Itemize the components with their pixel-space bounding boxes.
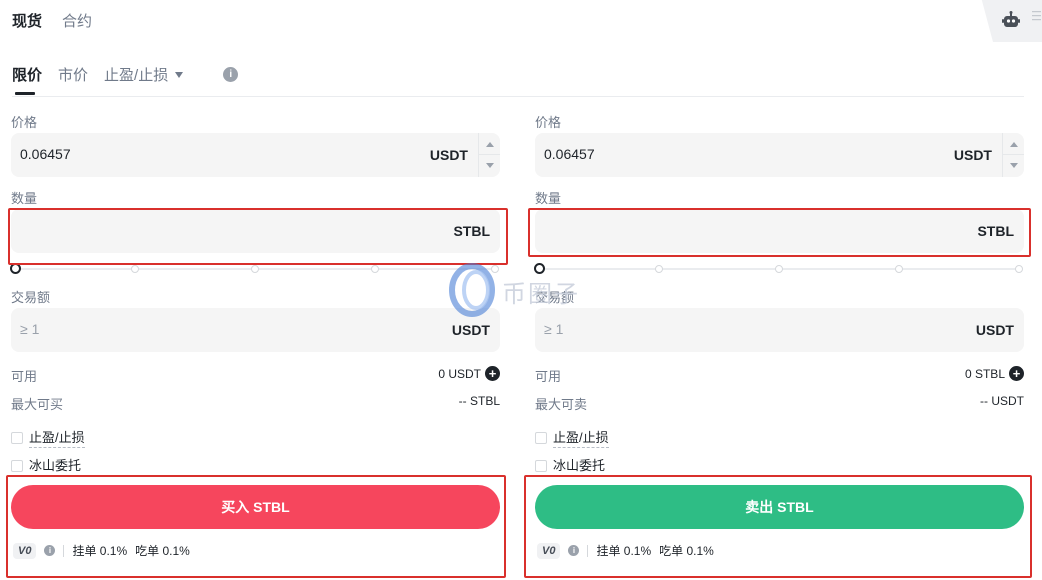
total-input[interactable]: ≥ 1 USDT xyxy=(535,308,1024,352)
price-label: 价格 xyxy=(11,115,38,130)
total-unit: USDT xyxy=(451,322,490,338)
vip-level-badge: V0 xyxy=(13,542,37,559)
tpsl-checkbox-row[interactable]: 止盈/止损 xyxy=(535,427,609,448)
max-buy-label: 最大可买 xyxy=(11,397,64,412)
available-label: 可用 xyxy=(11,369,38,384)
quantity-label: 数量 xyxy=(11,191,38,206)
iceberg-checkbox-label: 冰山委托 xyxy=(29,455,82,476)
price-unit: USDT xyxy=(953,147,992,163)
slider-handle[interactable] xyxy=(10,263,21,274)
slider-mark-50[interactable] xyxy=(775,265,783,273)
tab-limit[interactable]: 限价 xyxy=(12,64,42,95)
tpsl-checkbox-label: 止盈/止损 xyxy=(553,427,609,448)
info-icon[interactable]: i xyxy=(568,545,580,556)
iceberg-checkbox-row[interactable]: 冰山委托 xyxy=(535,455,606,476)
divider xyxy=(12,96,1024,97)
watermark-logo: 币圈子 xyxy=(446,262,596,318)
slider-mark-25[interactable] xyxy=(655,265,663,273)
total-placeholder: ≥ 1 xyxy=(20,321,40,337)
price-stepper xyxy=(1002,133,1024,177)
stepper-down-icon[interactable] xyxy=(486,163,494,168)
total-label: 交易额 xyxy=(11,290,51,305)
available-value: 0 STBL xyxy=(964,366,1005,381)
iceberg-checkbox[interactable] xyxy=(11,459,23,472)
tab-spot[interactable]: 现货 xyxy=(12,10,42,31)
max-buy-row: 最大可买 -- STBL xyxy=(11,394,500,413)
info-icon[interactable]: i xyxy=(223,67,239,82)
tpsl-checkbox[interactable] xyxy=(11,431,23,444)
available-row: 可用 0 USDT + xyxy=(11,366,500,385)
iceberg-checkbox[interactable] xyxy=(535,459,547,472)
quantity-label: 数量 xyxy=(535,191,562,206)
tab-futures[interactable]: 合约 xyxy=(62,10,92,31)
total-placeholder: ≥ 1 xyxy=(544,321,564,337)
maker-fee: 挂单 0.1% xyxy=(72,544,128,558)
maker-fee: 挂单 0.1% xyxy=(596,544,652,558)
available-value: 0 USDT xyxy=(438,366,481,381)
tpsl-checkbox[interactable] xyxy=(535,431,547,444)
price-label: 价格 xyxy=(535,115,562,130)
tpsl-checkbox-label: 止盈/止损 xyxy=(29,427,85,448)
taker-fee: 吃单 0.1% xyxy=(135,544,190,558)
robot-icon[interactable] xyxy=(1002,11,1020,29)
quantity-unit: STBL xyxy=(977,223,1014,239)
tab-tpsl[interactable]: 止盈/止损 xyxy=(104,64,184,93)
price-stepper xyxy=(478,133,500,177)
slider-mark-100[interactable] xyxy=(1015,265,1023,273)
available-row: 可用 0 STBL + xyxy=(535,366,1024,385)
chevron-down-icon xyxy=(175,72,184,78)
stepper-up-icon[interactable] xyxy=(1010,142,1018,147)
fee-row: V0 i 挂单 0.1% 吃单 0.1% xyxy=(13,542,190,559)
tab-tpsl-label: 止盈/止损 xyxy=(104,67,169,84)
max-sell-row: 最大可卖 -- USDT xyxy=(535,394,1024,413)
amount-slider[interactable] xyxy=(534,262,1024,274)
slider-mark-75[interactable] xyxy=(895,265,903,273)
max-sell-label: 最大可卖 xyxy=(535,397,588,412)
quantity-unit: STBL xyxy=(453,223,490,239)
stepper-down-icon[interactable] xyxy=(1010,163,1018,168)
tab-market[interactable]: 市价 xyxy=(58,64,88,93)
slider-mark-50[interactable] xyxy=(251,265,259,273)
watermark-logo-icon xyxy=(449,263,495,317)
tpsl-checkbox-row[interactable]: 止盈/止损 xyxy=(11,427,85,448)
price-unit: USDT xyxy=(429,147,468,163)
plus-icon[interactable]: + xyxy=(485,366,500,381)
market-type-tabs: 现货 合约 xyxy=(12,10,92,31)
total-input[interactable]: ≥ 1 USDT xyxy=(11,308,500,352)
taker-fee: 吃单 0.1% xyxy=(659,544,714,558)
available-label: 可用 xyxy=(535,369,562,384)
plus-icon[interactable]: + xyxy=(1009,366,1024,381)
price-value: 0.06457 xyxy=(544,146,595,162)
iceberg-checkbox-row[interactable]: 冰山委托 xyxy=(11,455,82,476)
menu-icon[interactable]: — — — xyxy=(1032,7,1041,24)
max-sell-value: -- USDT xyxy=(980,394,1024,408)
order-type-tabs: 限价 市价 止盈/止损 i xyxy=(12,64,239,95)
buy-button[interactable]: 买入 STBL xyxy=(11,485,500,529)
vip-level-badge: V0 xyxy=(537,542,561,559)
quantity-input[interactable]: STBL xyxy=(11,209,500,253)
price-value: 0.06457 xyxy=(20,146,71,162)
fee-row: V0 i 挂单 0.1% 吃单 0.1% xyxy=(537,542,714,559)
total-unit: USDT xyxy=(975,322,1014,338)
price-input[interactable]: 0.06457 USDT xyxy=(11,133,500,177)
watermark-text: 币圈子 xyxy=(502,280,580,308)
iceberg-checkbox-label: 冰山委托 xyxy=(553,455,606,476)
quantity-input[interactable]: STBL xyxy=(535,209,1024,253)
price-input[interactable]: 0.06457 USDT xyxy=(535,133,1024,177)
max-buy-value: -- STBL xyxy=(458,394,500,408)
info-icon[interactable]: i xyxy=(44,545,56,556)
sell-button[interactable]: 卖出 STBL xyxy=(535,485,1024,529)
stepper-up-icon[interactable] xyxy=(486,142,494,147)
amount-slider[interactable] xyxy=(10,262,500,274)
slider-mark-75[interactable] xyxy=(371,265,379,273)
slider-mark-25[interactable] xyxy=(131,265,139,273)
